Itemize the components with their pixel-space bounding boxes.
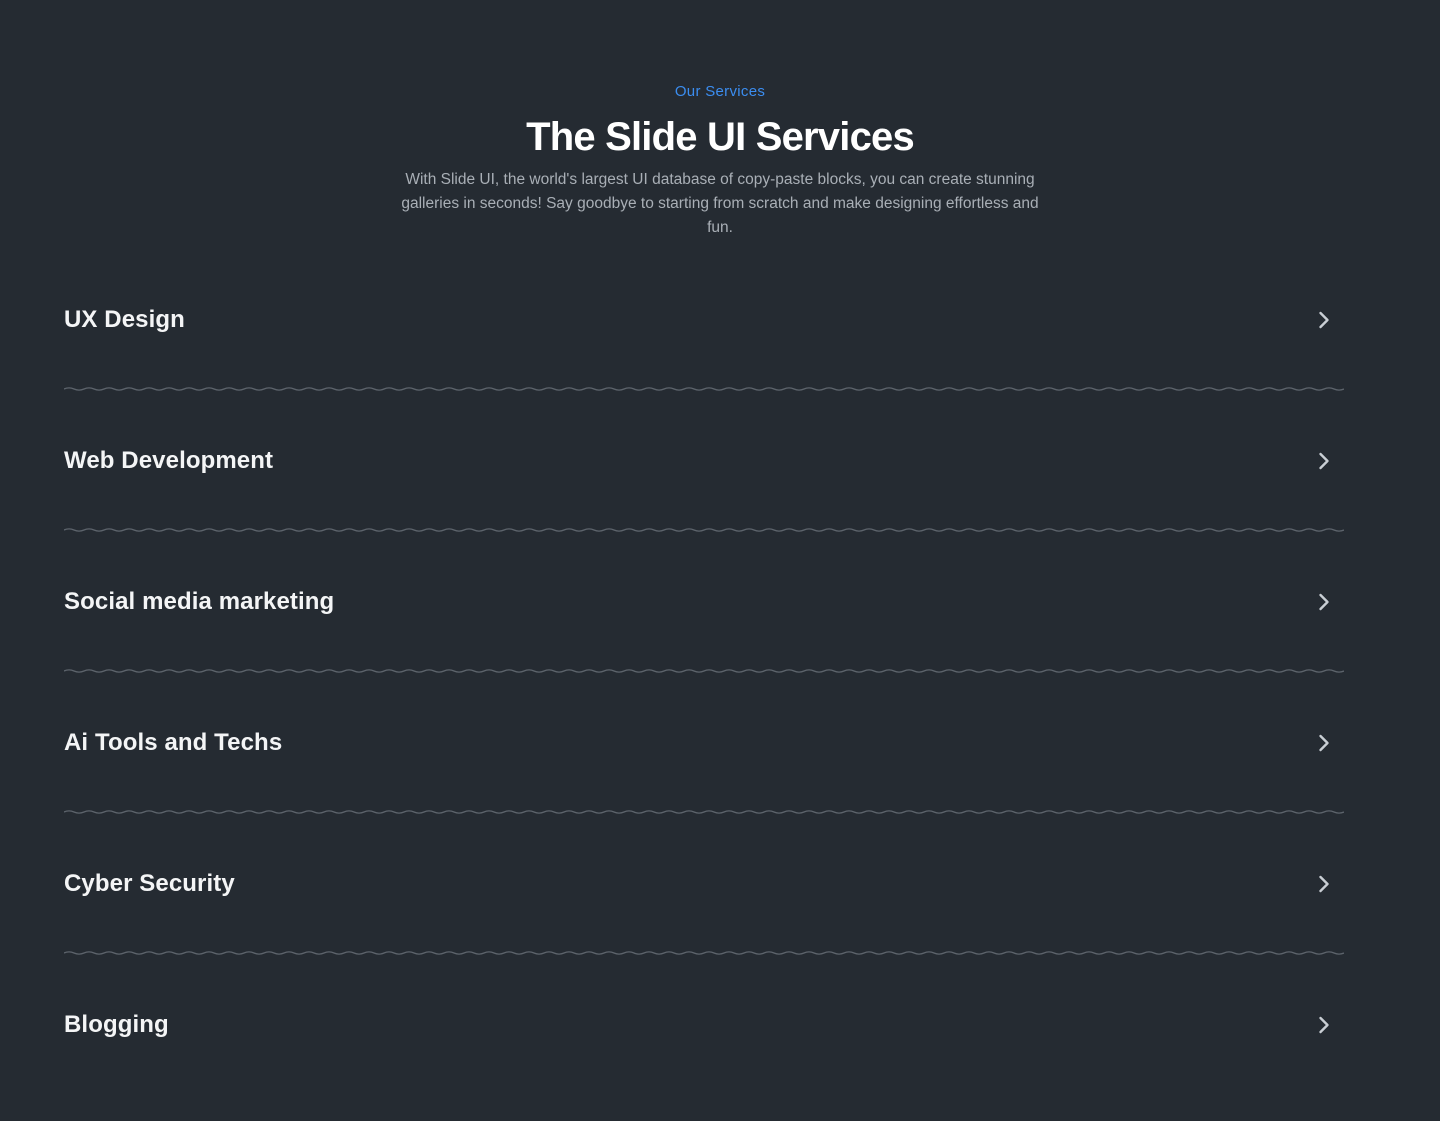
chevron-right-icon[interactable] xyxy=(1314,450,1334,472)
section-description: With Slide UI, the world's largest UI da… xyxy=(401,171,1039,236)
wavy-divider-line xyxy=(64,810,1344,814)
service-label: Ai Tools and Techs xyxy=(64,729,283,756)
service-item-blogging[interactable]: Blogging xyxy=(64,955,1344,1096)
chevron-right-icon[interactable] xyxy=(1314,873,1334,895)
service-item-ux-design[interactable]: UX Design xyxy=(64,250,1344,391)
service-label: Social media marketing xyxy=(64,588,335,615)
service-label: Web Development xyxy=(64,447,274,474)
service-item-web-development[interactable]: Web Development xyxy=(64,391,1344,532)
chevron-right-icon[interactable] xyxy=(1314,1014,1334,1036)
wavy-divider-line xyxy=(64,669,1344,673)
service-label: Blogging xyxy=(64,1011,169,1038)
wavy-divider-line xyxy=(64,387,1344,391)
chevron-right-icon[interactable] xyxy=(1314,732,1334,754)
chevron-right-icon[interactable] xyxy=(1314,591,1334,613)
service-item-cyber-security[interactable]: Cyber Security xyxy=(64,814,1344,955)
page-title: The Slide UI Services xyxy=(526,115,915,159)
wavy-divider-line xyxy=(64,528,1344,532)
service-item-social-media-marketing[interactable]: Social media marketing xyxy=(64,532,1344,673)
section-eyebrow: Our Services xyxy=(674,83,766,100)
service-label: Cyber Security xyxy=(64,870,235,897)
service-label: UX Design xyxy=(64,306,185,333)
wavy-divider-line xyxy=(64,951,1344,955)
services-list: UX Design Web Development Social media m… xyxy=(64,250,1344,1096)
service-item-ai-tools-and-techs[interactable]: Ai Tools and Techs xyxy=(64,673,1344,814)
chevron-right-icon[interactable] xyxy=(1314,309,1334,331)
